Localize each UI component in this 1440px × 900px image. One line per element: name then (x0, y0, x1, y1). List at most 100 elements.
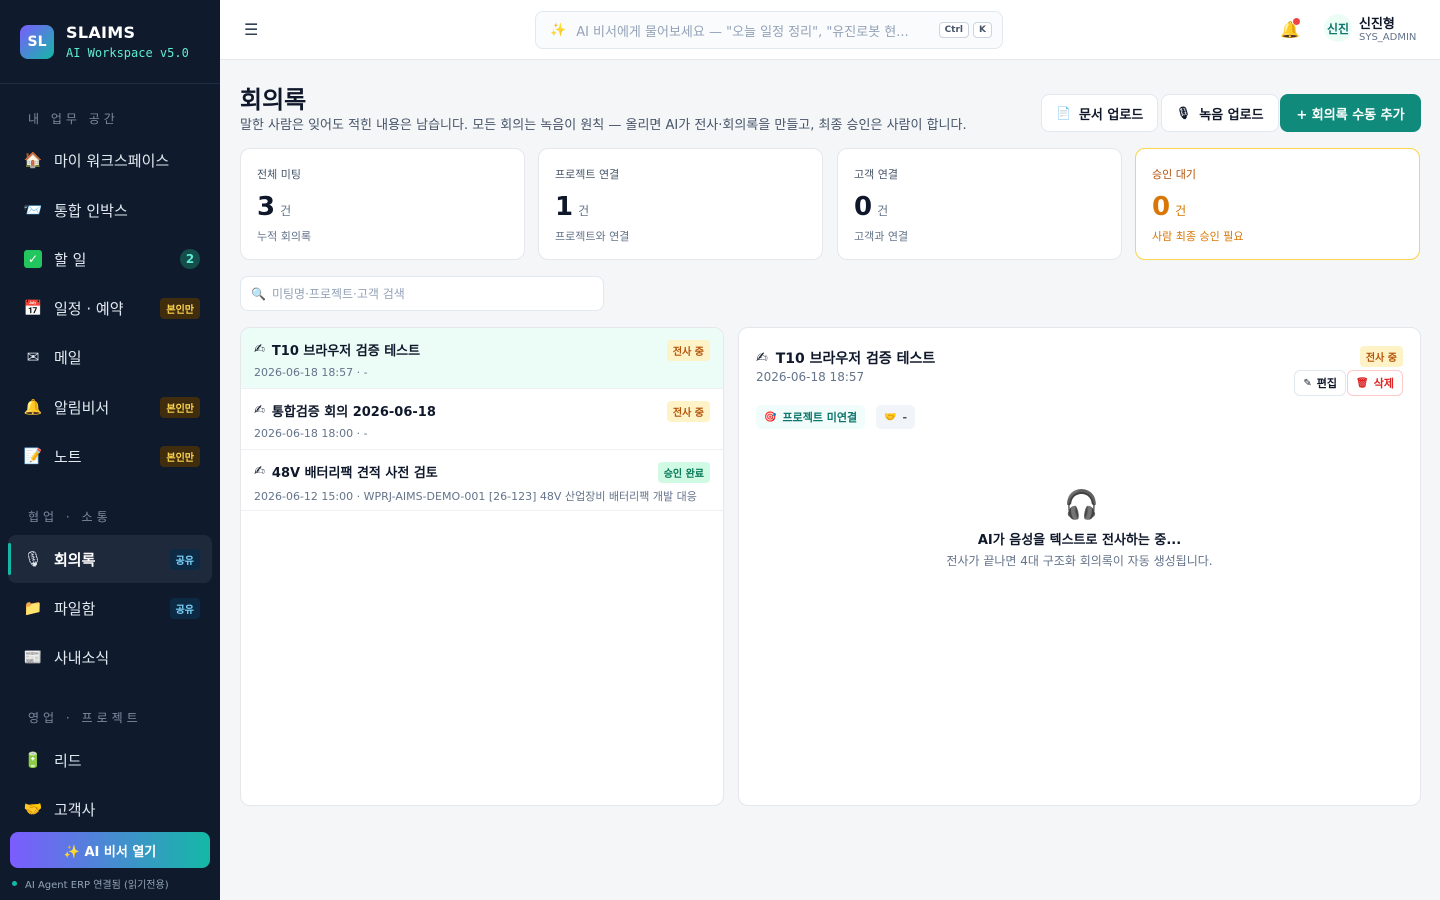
ai-search-bar[interactable]: ✨ AI 비서에게 물어보세요 — "오늘 일정 정리", "유진로봇 현...… (535, 11, 1003, 49)
menu-toggle-icon[interactable]: ☰ (244, 20, 258, 39)
sidebar-item-label: 회의록 (54, 550, 96, 569)
meeting-title: 48V 배터리팩 견적 사전 검토 (271, 466, 438, 481)
project-link-label: 프로젝트 미연결 (782, 411, 858, 424)
edit-label: 편집 (1316, 377, 1337, 390)
list-item[interactable]: ✍ 통합검증 회의 2026-06-18 2026-06-18 18:00 · … (241, 389, 723, 450)
sidebar-item-label: 마이 워크스페이스 (54, 151, 170, 170)
brand-name: SLAIMS (66, 23, 136, 42)
stat-value: 3 (257, 192, 276, 222)
sidebar-item-schedule[interactable]: 📅 일정 · 예약 본인만 (8, 284, 212, 332)
status-badge: 승인 완료 (657, 462, 710, 483)
shortcut-ctrl-key: Ctrl (938, 22, 970, 38)
stat-subtext: 사람 최종 승인 필요 (1152, 230, 1244, 243)
sidebar-item-notes[interactable]: 📝 노트 본인만 (8, 432, 212, 480)
stat-card-project: 프로젝트 연결 1 건 프로젝트와 연결 (538, 148, 823, 260)
envelope-icon: ✉ (26, 348, 40, 366)
sidebar-item-mail[interactable]: ✉ 메일 (8, 333, 212, 381)
shared-badge: 공유 (169, 597, 200, 619)
upload-recording-label: 녹음 업로드 (1199, 107, 1264, 123)
customer-link-chip[interactable]: 🤝 - (876, 405, 916, 429)
status-badge: 전사 중 (666, 340, 710, 361)
sidebar-item-label: 알림비서 (54, 398, 110, 417)
sidebar-item-label: 사내소식 (54, 648, 110, 667)
avatar: 신진 (1324, 14, 1352, 42)
stat-unit: 건 (877, 204, 889, 218)
ai-search-placeholder: AI 비서에게 물어보세요 — "오늘 일정 정리", "유진로봇 현... (576, 24, 909, 40)
upload-document-button[interactable]: 📄 문서 업로드 (1041, 94, 1159, 132)
topbar: ☰ ✨ AI 비서에게 물어보세요 — "오늘 일정 정리", "유진로봇 현.… (220, 0, 1440, 60)
stat-subtext: 고객과 연결 (854, 230, 909, 243)
connection-status: AI Agent ERP 연결됨 (읽기전용) (12, 876, 169, 891)
stat-value: 0 (854, 192, 873, 222)
checkbox-icon: ✓ (24, 250, 42, 268)
sidebar-item-my-workspace[interactable]: 🏠 마이 워크스페이스 (8, 136, 212, 184)
sidebar-item-meetings[interactable]: 🎙 회의록 공유 (8, 535, 212, 583)
sparkle-icon: ✨ (550, 22, 567, 38)
private-badge: 본인만 (160, 297, 200, 319)
meeting-title: T10 브라우저 검증 테스트 (271, 344, 421, 359)
sidebar-item-label: 할 일 (54, 250, 87, 269)
status-badge: 전사 중 (1359, 346, 1403, 367)
delete-label: 삭제 (1373, 377, 1394, 390)
meeting-title: 통합검증 회의 2026-06-18 (271, 405, 436, 420)
target-icon: 🎯 (764, 411, 777, 423)
list-item[interactable]: ✍ 48V 배터리팩 견적 사전 검토 2026-06-12 15:00 · W… (241, 450, 723, 511)
sidebar-item-label: 노트 (54, 447, 82, 466)
shortcut-k-key: K (973, 22, 992, 38)
sidebar-item-label: 고객사 (54, 800, 96, 819)
sidebar: SL SLAIMS AI Workspace v5.0 내 업무 공간 🏠 마이… (0, 0, 220, 900)
meeting-meta: 2026-06-12 15:00 · WPRJ-AIMS-DEMO-001 [2… (254, 490, 697, 503)
status-badge: 전사 중 (666, 401, 710, 422)
writing-hand-icon: ✍ (254, 464, 265, 479)
brand-version: AI Workspace v5.0 (66, 46, 189, 60)
page-description: 말한 사람은 잊어도 적힌 내용은 남습니다. 모든 회의는 녹음이 원칙 — … (240, 118, 967, 133)
handshake-icon: 🤝 (884, 411, 897, 423)
newspaper-icon: 📰 (23, 648, 43, 666)
open-ai-assistant-button[interactable]: ✨ AI 비서 열기 (10, 832, 210, 868)
writing-hand-icon: ✍ (254, 403, 265, 418)
sidebar-item-label: 파일함 (54, 599, 96, 618)
sidebar-item-leads[interactable]: 🔋 리드 (8, 736, 212, 784)
page-title: 회의록 (240, 86, 307, 114)
calendar-icon: 📅 (23, 299, 43, 317)
writing-hand-icon: ✍ (756, 350, 768, 366)
brand[interactable]: SL SLAIMS AI Workspace v5.0 (0, 0, 220, 84)
meeting-meta: 2026-06-18 18:57 · - (254, 366, 368, 379)
meeting-meta: 2026-06-18 18:00 · - (254, 427, 368, 440)
stat-label: 승인 대기 (1152, 168, 1196, 181)
transcribing-title: AI가 음성을 텍스트로 전사하는 중... (977, 533, 1182, 548)
sidebar-item-todo[interactable]: ✓ 할 일 2 (8, 235, 212, 283)
trash-icon: 🗑 (1356, 377, 1369, 389)
stat-value: 1 (555, 192, 574, 222)
stat-value: 0 (1152, 192, 1171, 222)
sidebar-item-customers[interactable]: 🤝 고객사 (8, 785, 212, 833)
connection-status-text: AI Agent ERP 연결됨 (읽기전용) (25, 880, 169, 891)
sidebar-item-label: 메일 (54, 348, 82, 367)
add-meeting-manual-button[interactable]: + 회의록 수동 추가 (1280, 94, 1421, 132)
section-label-collab: 협업 · 소통 (28, 510, 112, 524)
edit-button[interactable]: ✎ 편집 (1294, 370, 1346, 396)
list-item[interactable]: ✍ T10 브라우저 검증 테스트 2026-06-18 18:57 · - 전… (241, 328, 723, 389)
meeting-search[interactable]: 🔍 (240, 276, 604, 311)
transcribing-subtext: 전사가 끝나면 4대 구조화 회의록이 자동 생성됩니다. (946, 554, 1213, 568)
stat-unit: 건 (280, 204, 292, 218)
writing-hand-icon: ✍ (254, 342, 265, 357)
notification-dot (1293, 18, 1300, 25)
stat-card-total: 전체 미팅 3 건 누적 회의록 (240, 148, 525, 260)
user-menu[interactable]: 신진 신진형 SYS_ADMIN (1324, 13, 1416, 43)
headphones-icon: 🎧 (1064, 488, 1099, 521)
meeting-search-input[interactable] (271, 286, 603, 301)
sidebar-item-inbox[interactable]: 📨 통합 인박스 (8, 186, 212, 234)
upload-recording-button[interactable]: 🎙 녹음 업로드 (1161, 94, 1279, 132)
sidebar-item-alert-assistant[interactable]: 🔔 알림비서 본인만 (8, 383, 212, 431)
project-link-chip[interactable]: 🎯 프로젝트 미연결 (756, 405, 866, 429)
delete-button[interactable]: 🗑 삭제 (1347, 370, 1403, 396)
sidebar-item-news[interactable]: 📰 사내소식 (8, 633, 212, 681)
microphone-icon: 🎙 (23, 550, 43, 568)
user-role: SYS_ADMIN (1359, 32, 1417, 43)
pencil-icon: ✎ (1303, 377, 1312, 389)
private-badge: 본인만 (160, 396, 200, 418)
detail-date: 2026-06-18 18:57 (756, 370, 865, 384)
document-icon: 📄 (1056, 106, 1071, 120)
sidebar-item-files[interactable]: 📁 파일함 공유 (8, 584, 212, 632)
